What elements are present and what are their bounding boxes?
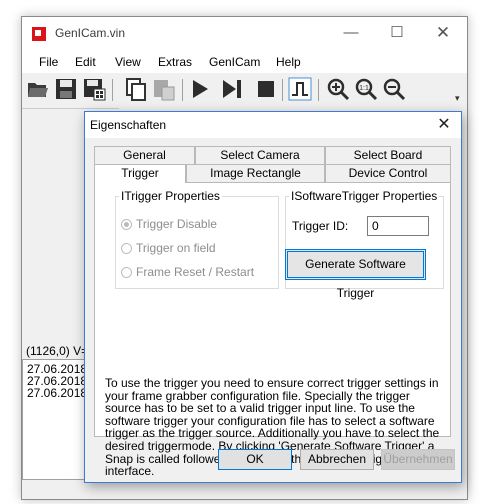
open-icon[interactable] bbox=[26, 77, 50, 101]
zoom-out-icon[interactable] bbox=[382, 77, 406, 101]
radio-label: Trigger on field bbox=[136, 241, 216, 255]
toolbar-separator bbox=[112, 79, 113, 101]
itrigger-legend: ITrigger Properties bbox=[121, 189, 220, 203]
radio-label: Frame Reset / Restart bbox=[136, 265, 255, 279]
dialog-title-bar: Eigenschaften ✕ bbox=[85, 112, 461, 138]
apply-button[interactable]: Übernehmen bbox=[381, 449, 455, 470]
paste-icon[interactable] bbox=[152, 77, 176, 101]
save-as-icon[interactable] bbox=[82, 77, 106, 101]
maximize-button[interactable]: ☐ bbox=[374, 17, 420, 51]
toolbar-overflow-icon[interactable]: ▾ bbox=[455, 93, 460, 104]
menu-bar: File Edit View Extras GenICam Help bbox=[22, 51, 467, 73]
log-line: 27.06.2018 bbox=[27, 386, 88, 400]
tab-trigger[interactable]: Trigger bbox=[94, 164, 186, 183]
menu-file[interactable]: File bbox=[39, 55, 58, 69]
app-logo-icon bbox=[32, 27, 46, 41]
radio-unselected-icon bbox=[121, 267, 132, 278]
menu-help[interactable]: Help bbox=[276, 55, 301, 69]
title-bar: GenICam.vin — ☐ ✕ bbox=[22, 17, 467, 51]
trigger-pulse-icon[interactable] bbox=[288, 77, 312, 101]
toolbar-separator bbox=[282, 79, 283, 101]
dialog-title: Eigenschaften bbox=[90, 118, 167, 132]
window-title: GenICam.vin bbox=[55, 26, 126, 40]
menu-edit[interactable]: Edit bbox=[75, 55, 96, 69]
toolbar-separator bbox=[182, 79, 183, 101]
zoom-in-icon[interactable] bbox=[326, 77, 350, 101]
svg-text:1:1: 1:1 bbox=[359, 85, 369, 92]
status-coordinates: (1126,0) V= bbox=[26, 344, 89, 358]
copy-icon[interactable] bbox=[124, 77, 148, 101]
menu-view[interactable]: View bbox=[115, 55, 141, 69]
menu-genicam[interactable]: GenICam bbox=[209, 55, 260, 69]
close-button[interactable]: ✕ bbox=[420, 17, 466, 51]
zoom-1to1-icon[interactable]: 1:1 bbox=[354, 77, 378, 101]
toolbar: 1:1 ▾ bbox=[22, 73, 467, 108]
minimize-button[interactable]: — bbox=[328, 17, 374, 51]
radio-unselected-icon bbox=[121, 243, 132, 254]
tab-select-board[interactable]: Select Board bbox=[325, 146, 451, 164]
tab-device-control[interactable]: Device Control bbox=[325, 164, 451, 182]
tab-select-camera[interactable]: Select Camera bbox=[195, 146, 325, 164]
radio-selected-icon bbox=[121, 219, 132, 230]
radio-trigger-on-field[interactable]: Trigger on field bbox=[121, 241, 216, 255]
dialog-close-button[interactable]: ✕ bbox=[433, 115, 455, 135]
radio-label: Trigger Disable bbox=[136, 217, 217, 231]
properties-dialog: Eigenschaften ✕ General Select Camera Se… bbox=[84, 111, 462, 483]
radio-trigger-disable[interactable]: Trigger Disable bbox=[121, 217, 217, 231]
radio-frame-reset-restart[interactable]: Frame Reset / Restart bbox=[121, 265, 254, 279]
save-icon[interactable] bbox=[54, 77, 78, 101]
generate-software-trigger-button[interactable]: Generate Software Trigger bbox=[285, 249, 426, 300]
trigger-id-label: Trigger ID: bbox=[292, 219, 349, 233]
tab-general[interactable]: General bbox=[94, 146, 195, 164]
trigger-tab-panel: ITrigger Properties Trigger Disable Trig… bbox=[94, 182, 451, 477]
menu-extras[interactable]: Extras bbox=[158, 55, 192, 69]
ok-button[interactable]: OK bbox=[218, 449, 292, 470]
tab-image-rectangle[interactable]: Image Rectangle bbox=[186, 164, 325, 182]
trigger-id-input[interactable]: 0 bbox=[367, 216, 429, 236]
play-icon[interactable] bbox=[188, 77, 212, 101]
step-icon[interactable] bbox=[220, 77, 244, 101]
isoftwaretrigger-legend: ISoftwareTrigger Properties bbox=[291, 189, 438, 203]
stop-icon[interactable] bbox=[254, 77, 278, 101]
cancel-button[interactable]: Abbrechen bbox=[300, 449, 374, 470]
toolbar-separator bbox=[318, 79, 319, 101]
